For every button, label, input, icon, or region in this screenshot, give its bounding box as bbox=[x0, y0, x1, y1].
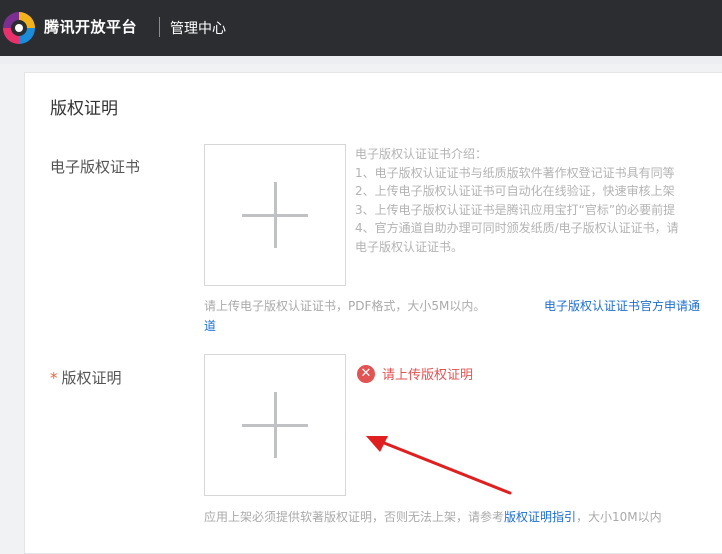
ecert-apply-link-cont[interactable]: 道 bbox=[204, 317, 216, 334]
header-strip bbox=[0, 56, 722, 64]
ecert-hint: 请上传电子版权认证证书，PDF格式，大小5M以内。 bbox=[204, 299, 486, 313]
intro-line: 1、电子版权认证证书与纸质版软件著作权登记证书具有同等 bbox=[355, 165, 675, 180]
error-text: 请上传版权证明 bbox=[382, 368, 474, 383]
card-title: 版权证明 bbox=[50, 99, 118, 119]
copyright-label: 版权证明 bbox=[61, 369, 122, 387]
intro-line: 电子版权认证证书。 bbox=[355, 239, 464, 254]
ecert-intro: 电子版权认证证书介绍： 1、电子版权认证证书与纸质版软件著作权登记证书具有同等 … bbox=[355, 145, 722, 256]
copyright-hint: 应用上架必须提供软著版权证明，否则无法上架，请参考版权证明指引，大小10M以内 bbox=[204, 508, 662, 525]
close-circle-icon: ✕ bbox=[357, 364, 375, 383]
hint-suffix: ，大小10M以内 bbox=[576, 510, 662, 524]
ecert-apply-link[interactable]: 电子版权认证证书官方申请通 bbox=[544, 297, 700, 314]
ecert-upload-box[interactable] bbox=[204, 144, 346, 286]
copyright-guide-link[interactable]: 版权证明指引 bbox=[504, 510, 576, 524]
section-title[interactable]: 管理中心 bbox=[170, 18, 226, 38]
red-arrow-icon bbox=[366, 436, 512, 495]
intro-line: 2、上传电子版权认证证书可自动化在线验证，快速审核上架 bbox=[355, 184, 675, 198]
copyright-upload-box[interactable] bbox=[204, 354, 346, 496]
intro-line: 4、官方通道自助办理可同时颁发纸质/电子版权认证证书，请 bbox=[355, 221, 679, 235]
top-navigation-bar: 腾讯开放平台 管理中心 bbox=[0, 0, 722, 56]
copyright-error: ✕ 请上传版权证明 bbox=[357, 364, 473, 383]
intro-line: 电子版权认证证书介绍： bbox=[355, 147, 488, 161]
brand-name[interactable]: 腾讯开放平台 bbox=[44, 16, 137, 37]
hint-prefix: 应用上架必须提供软著版权证明，否则无法上架，请参考 bbox=[204, 510, 505, 524]
required-mark: * bbox=[50, 369, 58, 387]
intro-line: 3、上传电子版权认证证书是腾讯应用宝打“官标”的必要前提 bbox=[355, 202, 676, 217]
header-divider bbox=[159, 17, 160, 37]
copyright-label-row: * 版权证明 bbox=[50, 367, 122, 388]
tencent-logo-icon[interactable] bbox=[0, 9, 38, 47]
ecert-label: 电子版权证书 bbox=[50, 158, 141, 176]
